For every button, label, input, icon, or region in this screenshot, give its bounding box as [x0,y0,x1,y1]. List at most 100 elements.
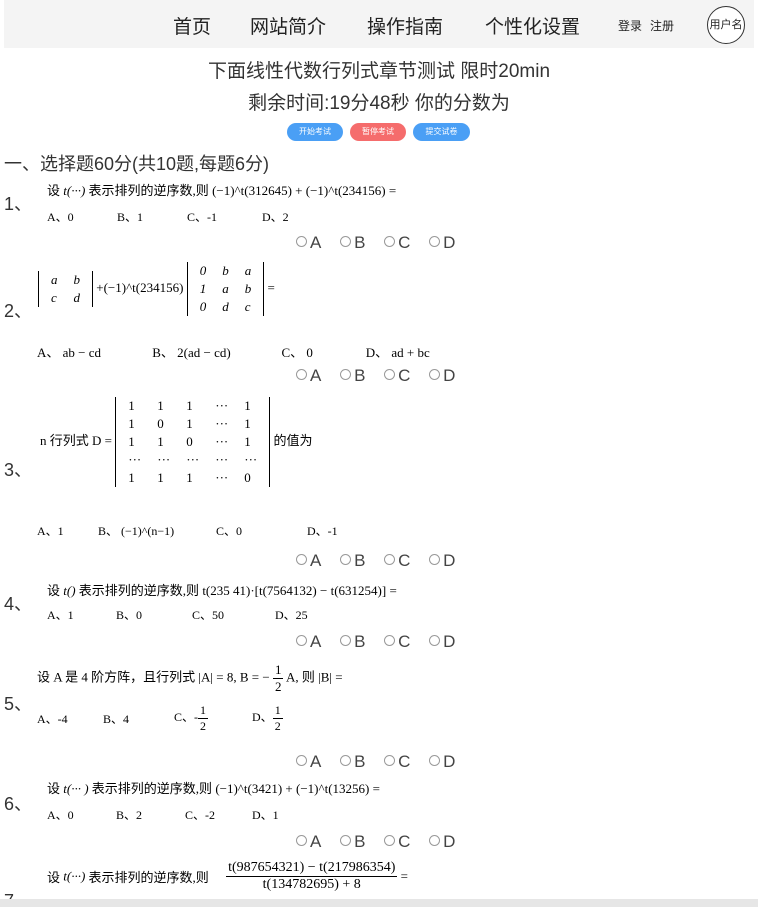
question-prefix: 设 [47,183,61,198]
answer-d[interactable]: D [429,551,455,571]
answer-d[interactable]: D [429,832,455,852]
determinant-cell: ··· [215,452,229,467]
submit-exam-button[interactable]: 提交试卷 [413,123,470,141]
answer-c[interactable]: C [384,366,410,386]
question-mid: 表示排列的逆序数,则 [88,870,209,885]
answer-a[interactable]: A [296,832,321,852]
answer-d[interactable]: D [429,366,455,386]
question-suffix: 的值为 [273,432,313,448]
answer-a[interactable]: A [296,752,321,772]
option-b: B、1 [117,210,144,224]
radio-icon[interactable] [340,236,352,247]
option-c: C、-1 [187,210,218,224]
determinant-cell: c [51,290,57,305]
radio-icon[interactable] [340,755,352,766]
determinant: 1 1 1 ··· 1 1 0 1 ··· 1 1 1 0 ··· 1 ··· ··· ··· ··· ··· 1 1 1 ·… [115,397,271,487]
radio-icon[interactable] [384,369,396,380]
radio-icon[interactable] [429,635,441,646]
determinant-cell: ··· [244,452,258,467]
horizontal-scrollbar[interactable] [0,899,758,907]
option-b: B、0 [116,608,143,622]
question-t-symbol: t(···) [63,183,86,198]
answer-a[interactable]: A [296,551,321,571]
determinant-cell: a [51,272,58,287]
radio-icon[interactable] [429,369,441,380]
question-prefix: 设 A 是 4 阶方阵，且行列式 |A| = 8, B = − [37,669,270,685]
nav-about[interactable]: 网站简介 [250,12,326,39]
option-d-label: D、 [252,710,273,725]
answer-c[interactable]: C [384,551,410,571]
user-avatar[interactable]: 用户名 [707,6,745,44]
login-link[interactable]: 登录 [618,17,642,34]
option-d: D、25 [275,608,308,622]
answer-label: C [398,632,411,651]
radio-icon[interactable] [340,369,352,380]
question-options: A、 ab − cd B、 2(ad − cd) C、 0 D、 ad + bc [37,342,430,361]
fraction: 12 [272,662,284,695]
radio-icon[interactable] [296,236,307,247]
option-c: C、0 [216,524,243,538]
radio-icon[interactable] [296,835,307,846]
nav-settings[interactable]: 个性化设置 [485,12,580,39]
radio-icon[interactable] [340,554,352,565]
answer-a[interactable]: A [296,233,321,253]
answer-label: A [310,752,322,771]
answer-a[interactable]: A [296,366,321,386]
determinant-cell: 0 [186,434,193,449]
determinant-cell: ··· [128,452,142,467]
answer-d[interactable]: D [429,752,455,772]
question-prefix: 设 [47,583,61,598]
answer-d[interactable]: D [429,632,455,652]
fraction: 12 [272,703,283,734]
answer-label: D [443,832,456,851]
radio-icon[interactable] [296,635,307,646]
answer-label: C [398,233,411,252]
answer-c[interactable]: C [384,632,410,652]
fraction-numerator: 1 [272,662,284,679]
radio-icon[interactable] [340,835,352,846]
answer-label: A [310,632,322,651]
answer-b[interactable]: B [340,366,365,386]
answer-d[interactable]: D [429,233,455,253]
answer-b[interactable]: B [340,832,365,852]
determinant-cell: 0 [199,263,207,278]
radio-icon[interactable] [384,236,396,247]
register-link[interactable]: 注册 [650,17,674,34]
radio-icon[interactable] [340,635,352,646]
answer-a[interactable]: A [296,632,321,652]
determinant-cell: 0 [199,299,207,314]
question-text: 设 t(··· ) 表示排列的逆序数,则 (−1)^t(3421) + (−1)… [47,778,380,797]
radio-icon[interactable] [296,369,307,380]
answer-group: A B C D [296,832,469,852]
question-prefix: 设 [47,870,61,885]
radio-icon[interactable] [429,236,441,247]
fraction-denominator: 2 [200,719,207,733]
radio-icon[interactable] [429,755,441,766]
radio-icon[interactable] [296,554,307,565]
answer-c[interactable]: C [384,233,410,253]
radio-icon[interactable] [429,835,441,846]
determinant-cell: 1 [186,416,193,431]
answer-c[interactable]: C [384,832,410,852]
answer-b[interactable]: B [340,632,365,652]
nav-home[interactable]: 首页 [173,12,211,39]
start-exam-button[interactable]: 开始考试 [287,123,343,141]
answer-c[interactable]: C [384,752,410,772]
radio-icon[interactable] [296,755,307,766]
answer-b[interactable]: B [340,551,365,571]
question-eq: = [267,279,275,295]
radio-icon[interactable] [384,554,396,565]
nav-guide[interactable]: 操作指南 [367,12,443,39]
determinant: abcd [38,271,93,307]
answer-b[interactable]: B [340,233,365,253]
answer-b[interactable]: B [340,752,365,772]
radio-icon[interactable] [384,635,396,646]
radio-icon[interactable] [384,755,396,766]
radio-icon[interactable] [429,554,441,565]
answer-group: A B C D [296,632,469,652]
option-d: D、 ad + bc [365,345,430,360]
top-nav: 首页 网站简介 操作指南 个性化设置 登录 注册 用户名 [4,0,754,48]
pause-exam-button[interactable]: 暂停考试 [350,123,406,141]
radio-icon[interactable] [384,835,396,846]
question-number: 2、 [4,301,33,321]
